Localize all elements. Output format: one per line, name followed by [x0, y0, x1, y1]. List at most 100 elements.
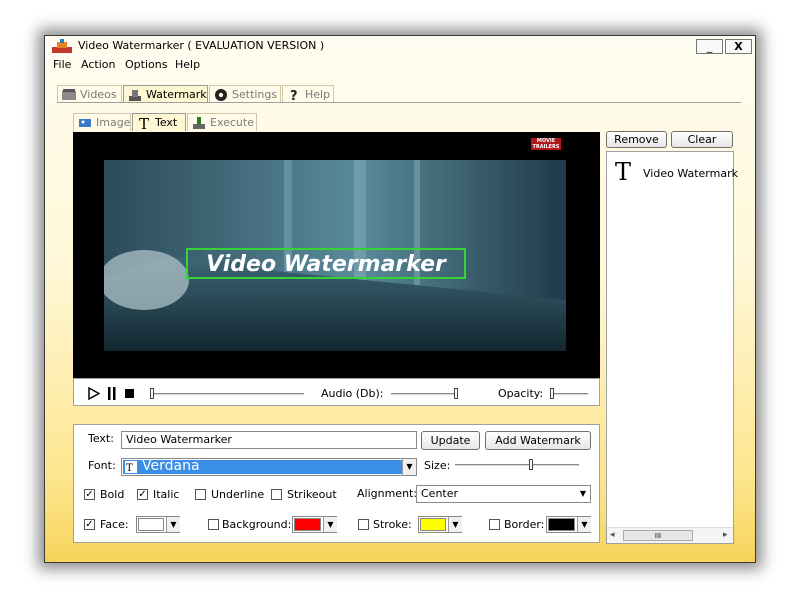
background-checkbox[interactable]	[208, 519, 219, 530]
tab-settings[interactable]: Settings	[209, 85, 281, 103]
opacity-slider-thumb[interactable]	[550, 388, 554, 399]
update-button[interactable]: Update	[421, 431, 480, 450]
window-title: Video Watermarker ( EVALUATION VERSION )	[78, 39, 325, 52]
movie-trailers-logo: MOVIE TRAILERS	[531, 138, 561, 150]
watermark-list: T Video Watermark ◂ III ▸	[606, 151, 738, 544]
truetype-font-icon: T	[125, 461, 137, 473]
size-slider-thumb[interactable]	[529, 459, 533, 470]
svg-text:T: T	[126, 463, 133, 473]
tab-videos[interactable]: Videos	[57, 85, 122, 103]
strikeout-label: Strikeout	[287, 488, 337, 501]
tab-settings-label: Settings	[232, 88, 278, 101]
tab-divider	[57, 102, 741, 103]
subtab-execute-label: Execute	[210, 116, 254, 129]
strikeout-checkbox[interactable]	[271, 489, 282, 500]
border-color-picker[interactable]: ▼	[546, 516, 591, 533]
chevron-down-icon[interactable]: ▼	[402, 459, 416, 475]
svg-text:T: T	[139, 116, 149, 130]
audio-slider[interactable]	[391, 393, 458, 396]
border-color-swatch	[548, 518, 575, 531]
film-icon	[62, 89, 76, 100]
play-icon[interactable]	[88, 387, 100, 400]
remove-button[interactable]: Remove	[606, 131, 667, 148]
menu-options[interactable]: Options	[125, 58, 167, 71]
font-select-value: Verdana	[142, 458, 200, 474]
app-logo-icon	[52, 39, 72, 53]
stroke-color-picker[interactable]: ▼	[418, 516, 462, 533]
bold-checkbox[interactable]: ✓	[84, 489, 95, 500]
face-label: Face:	[100, 518, 129, 531]
font-select[interactable]: T Verdana ▼	[121, 458, 417, 476]
seek-slider[interactable]	[150, 393, 304, 396]
watermark-text: Video Watermarker	[206, 252, 446, 277]
audio-slider-thumb[interactable]	[454, 388, 458, 399]
scroll-left-icon[interactable]: ◂	[610, 530, 615, 540]
underline-checkbox[interactable]	[195, 489, 206, 500]
border-checkbox[interactable]	[489, 519, 500, 530]
subtab-execute[interactable]: Execute	[187, 113, 257, 131]
size-slider[interactable]	[455, 464, 579, 467]
opacity-label: Opacity:	[498, 387, 544, 400]
stroke-label: Stroke:	[373, 518, 412, 531]
italic-checkbox[interactable]: ✓	[137, 489, 148, 500]
border-label: Border:	[504, 518, 545, 531]
chevron-down-icon[interactable]: ▼	[323, 517, 337, 532]
tab-help-label: Help	[305, 88, 331, 101]
chevron-down-icon[interactable]: ▼	[448, 517, 462, 532]
close-button[interactable]: X	[725, 39, 752, 54]
video-preview[interactable]: MOVIE TRAILERS Video Watermarker	[73, 132, 600, 378]
stroke-checkbox[interactable]	[358, 519, 369, 530]
gear-icon	[215, 89, 227, 101]
bold-label: Bold	[100, 488, 125, 501]
face-checkbox[interactable]: ✓	[84, 519, 95, 530]
image-icon	[79, 119, 91, 127]
subtab-text-label: Text	[155, 116, 178, 129]
chevron-down-icon[interactable]: ▼	[166, 517, 180, 532]
sub-tab-bar: Image T Text Execute	[73, 113, 323, 131]
background-color-picker[interactable]: ▼	[292, 516, 337, 533]
menu-file[interactable]: File	[53, 58, 71, 71]
background-label: Background:	[222, 518, 292, 531]
minimize-button[interactable]: _	[696, 39, 723, 54]
subtab-text[interactable]: T Text	[132, 113, 186, 131]
text-icon: T	[139, 116, 149, 130]
menu-action[interactable]: Action	[81, 58, 115, 71]
font-label: Font:	[88, 459, 116, 472]
subtab-image-label: Image	[96, 116, 131, 129]
background-color-swatch	[294, 518, 321, 531]
alignment-select-value: Center	[421, 487, 459, 500]
alignment-select[interactable]: Center ▼	[416, 485, 591, 503]
pause-icon[interactable]	[107, 387, 117, 400]
chevron-down-icon[interactable]: ▼	[576, 486, 590, 502]
horizontal-scrollbar[interactable]: ◂ III ▸	[607, 527, 733, 543]
stop-icon[interactable]	[125, 389, 134, 398]
face-color-swatch	[138, 518, 164, 531]
chevron-down-icon[interactable]: ▼	[577, 517, 591, 532]
tab-help[interactable]: ? Help	[282, 85, 334, 103]
player-controls: Audio (Db): Opacity:	[73, 378, 600, 406]
execute-icon	[193, 117, 205, 129]
scroll-right-icon[interactable]: ▸	[723, 530, 728, 540]
stroke-color-swatch	[420, 518, 446, 531]
watermark-selection-box[interactable]: Video Watermarker	[186, 248, 466, 279]
alignment-label: Alignment:	[357, 487, 418, 500]
text-watermark-icon: T	[615, 158, 631, 184]
subtab-image[interactable]: Image	[73, 113, 131, 131]
text-label: Text:	[88, 432, 114, 445]
audio-label: Audio (Db):	[321, 387, 384, 400]
scrollbar-thumb[interactable]: III	[623, 530, 693, 541]
svg-text:?: ?	[290, 89, 298, 102]
svg-text:T: T	[615, 158, 631, 184]
list-item-label: Video Watermark	[643, 167, 738, 180]
italic-label: Italic	[153, 488, 180, 501]
tab-watermark[interactable]: Watermark	[123, 85, 208, 103]
text-input[interactable]: Video Watermarker	[121, 431, 417, 449]
seek-slider-thumb[interactable]	[150, 388, 154, 399]
face-color-picker[interactable]: ▼	[136, 516, 180, 533]
clear-button[interactable]: Clear	[671, 131, 733, 148]
add-watermark-button[interactable]: Add Watermark	[485, 431, 591, 450]
app-window: Video Watermarker ( EVALUATION VERSION )…	[44, 35, 756, 563]
menu-help[interactable]: Help	[175, 58, 200, 71]
opacity-slider[interactable]	[550, 393, 588, 396]
list-item[interactable]: T Video Watermark	[611, 158, 738, 186]
